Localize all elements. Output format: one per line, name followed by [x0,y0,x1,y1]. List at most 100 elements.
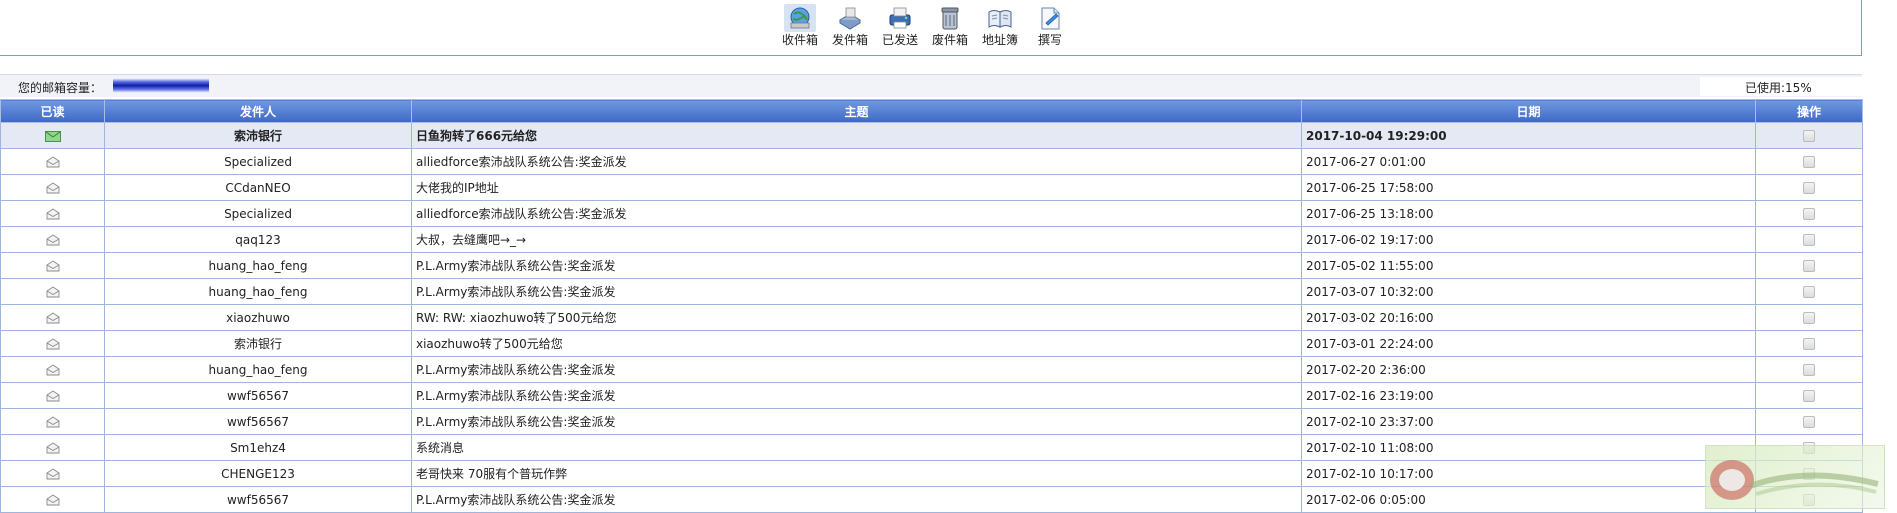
table-row[interactable]: CHENGE123 老哥快来 70服有个普玩作弊 2017-02-10 10:17:… [0,460,1863,487]
sent-printer-icon [884,4,916,32]
read-status-cell [0,330,105,357]
subject-link[interactable]: P.L.Army索沛战队系统公告:奖金派发 [411,486,1302,513]
subject-link[interactable]: 老哥快来 70服有个普玩作弊 [411,460,1302,487]
date-cell: 2017-06-25 17:58:00 [1301,174,1756,201]
action-cell [1755,304,1863,331]
action-cell [1755,226,1863,253]
subject-link[interactable]: alliedforce索沛战队系统公告:奖金派发 [411,148,1302,175]
subject-link[interactable]: 日鱼狗转了666元给您 [411,122,1302,149]
table-row[interactable]: wwf56567 P.L.Army索沛战队系统公告:奖金派发 2017-02-10 … [0,408,1863,435]
subject-link[interactable]: 大叔，去缝鹰吧→_→ [411,226,1302,253]
date-cell: 2017-02-10 10:17:00 [1301,460,1756,487]
subject-link[interactable]: 大佬我的IP地址 [411,174,1302,201]
select-checkbox[interactable] [1803,234,1815,246]
select-checkbox[interactable] [1803,208,1815,220]
select-checkbox[interactable] [1803,182,1815,194]
subject-link[interactable]: P.L.Army索沛战队系统公告:奖金派发 [411,356,1302,383]
select-checkbox[interactable] [1803,364,1815,376]
subject-link[interactable]: 系统消息 [411,434,1302,461]
table-row[interactable]: xiaozhuwo RW: RW: xiaozhuwo转了500元给您 2017-0… [0,304,1863,331]
col-header-read[interactable]: 已读 [0,99,105,123]
date-cell: 2017-02-16 23:19:00 [1301,382,1756,409]
col-header-sender[interactable]: 发件人 [104,99,412,123]
table-row[interactable]: huang_hao_feng P.L.Army索沛战队系统公告:奖金派发 2017-… [0,278,1863,305]
sender-cell[interactable]: wwf56567 [104,382,412,409]
sender-cell[interactable]: qaq123 [104,226,412,253]
select-checkbox[interactable] [1803,156,1815,168]
table-row[interactable]: qaq123 大叔，去缝鹰吧→_→ 2017-06-02 19:17:00 [0,226,1863,253]
opened-envelope-icon [46,390,60,402]
used-percentage: 已使用:15% [1745,81,1812,95]
read-status-cell [0,122,105,149]
sender-cell[interactable]: huang_hao_feng [104,278,412,305]
date-cell: 2017-02-10 23:37:00 [1301,408,1756,435]
sender-cell[interactable]: 索沛银行 [104,122,412,149]
select-checkbox[interactable] [1803,130,1815,142]
select-checkbox[interactable] [1803,312,1815,324]
opened-envelope-icon [46,156,60,168]
opened-envelope-icon [46,286,60,298]
sender-cell[interactable]: wwf56567 [104,486,412,513]
opened-envelope-icon [46,442,60,454]
used-percentage-box: 已使用:15% [1700,77,1862,96]
mail-rows: 索沛银行 日鱼狗转了666元给您 2017-10-04 19:29:00 Specia… [0,122,1863,513]
address-book-button[interactable]: 地址簿 [975,4,1025,47]
read-status-cell [0,252,105,279]
select-checkbox[interactable] [1803,416,1815,428]
table-row[interactable]: huang_hao_feng P.L.Army索沛战队系统公告:奖金派发 2017-… [0,356,1863,383]
sender-cell[interactable]: huang_hao_feng [104,252,412,279]
table-row[interactable]: huang_hao_feng P.L.Army索沛战队系统公告:奖金派发 2017-… [0,252,1863,279]
select-checkbox[interactable] [1803,286,1815,298]
address-book-label: 地址簿 [981,33,1018,47]
sender-cell[interactable]: 索沛银行 [104,330,412,357]
subject-link[interactable]: P.L.Army索沛战队系统公告:奖金派发 [411,408,1302,435]
sender-cell[interactable]: Sm1ehz4 [104,434,412,461]
read-status-cell [0,434,105,461]
table-row[interactable]: CCdanNEO 大佬我的IP地址 2017-06-25 17:58:00 [0,174,1863,201]
table-row[interactable]: Specialized alliedforce索沛战队系统公告:奖金派发 2017-… [0,200,1863,227]
opened-envelope-icon [46,260,60,272]
site-watermark-logo [1705,445,1885,509]
opened-envelope-icon [46,312,60,324]
subject-link[interactable]: alliedforce索沛战队系统公告:奖金派发 [411,200,1302,227]
inbox-label: 收件箱 [781,33,818,47]
sender-cell[interactable]: wwf56567 [104,408,412,435]
outbox-button[interactable]: 发件箱 [825,4,875,47]
sender-cell[interactable]: CHENGE123 [104,460,412,487]
toolbar-buttons: 收件箱 发件箱 已发送 废件箱 地址簿 撰写 [775,4,1075,47]
subject-link[interactable]: P.L.Army索沛战队系统公告:奖金派发 [411,278,1302,305]
table-row[interactable]: 索沛银行 日鱼狗转了666元给您 2017-10-04 19:29:00 [0,122,1863,149]
read-status-cell [0,278,105,305]
compose-button[interactable]: 撰写 [1025,4,1075,47]
sender-cell[interactable]: xiaozhuwo [104,304,412,331]
table-row[interactable]: wwf56567 P.L.Army索沛战队系统公告:奖金派发 2017-02-06 … [0,486,1863,513]
subject-link[interactable]: P.L.Army索沛战队系统公告:奖金派发 [411,252,1302,279]
action-cell [1755,148,1863,175]
subject-link[interactable]: RW: RW: xiaozhuwo转了500元给您 [411,304,1302,331]
select-checkbox[interactable] [1803,338,1815,350]
col-header-date[interactable]: 日期 [1301,99,1756,123]
table-row[interactable]: Specialized alliedforce索沛战队系统公告:奖金派发 2017-… [0,148,1863,175]
sender-cell[interactable]: Specialized [104,148,412,175]
col-header-subject[interactable]: 主题 [411,99,1302,123]
table-header-row: 已读 发件人 主题 日期 操作 [0,99,1863,123]
action-cell [1755,200,1863,227]
subject-link[interactable]: P.L.Army索沛战队系统公告:奖金派发 [411,382,1302,409]
select-checkbox[interactable] [1803,260,1815,272]
date-cell: 2017-03-02 20:16:00 [1301,304,1756,331]
sender-cell[interactable]: huang_hao_feng [104,356,412,383]
select-checkbox[interactable] [1803,390,1815,402]
sender-cell[interactable]: CCdanNEO [104,174,412,201]
inbox-button[interactable]: 收件箱 [775,4,825,47]
subject-link[interactable]: xiaozhuwo转了500元给您 [411,330,1302,357]
col-header-action: 操作 [1755,99,1863,123]
trash-button[interactable]: 废件箱 [925,4,975,47]
read-status-cell [0,408,105,435]
date-cell: 2017-10-04 19:29:00 [1301,122,1756,149]
sender-cell[interactable]: Specialized [104,200,412,227]
table-row[interactable]: Sm1ehz4 系统消息 2017-02-10 11:08:00 [0,434,1863,461]
table-row[interactable]: 索沛银行 xiaozhuwo转了500元给您 2017-03-01 22:24:00 [0,330,1863,357]
inbox-globe-icon [784,4,816,32]
table-row[interactable]: wwf56567 P.L.Army索沛战队系统公告:奖金派发 2017-02-16 … [0,382,1863,409]
sent-button[interactable]: 已发送 [875,4,925,47]
